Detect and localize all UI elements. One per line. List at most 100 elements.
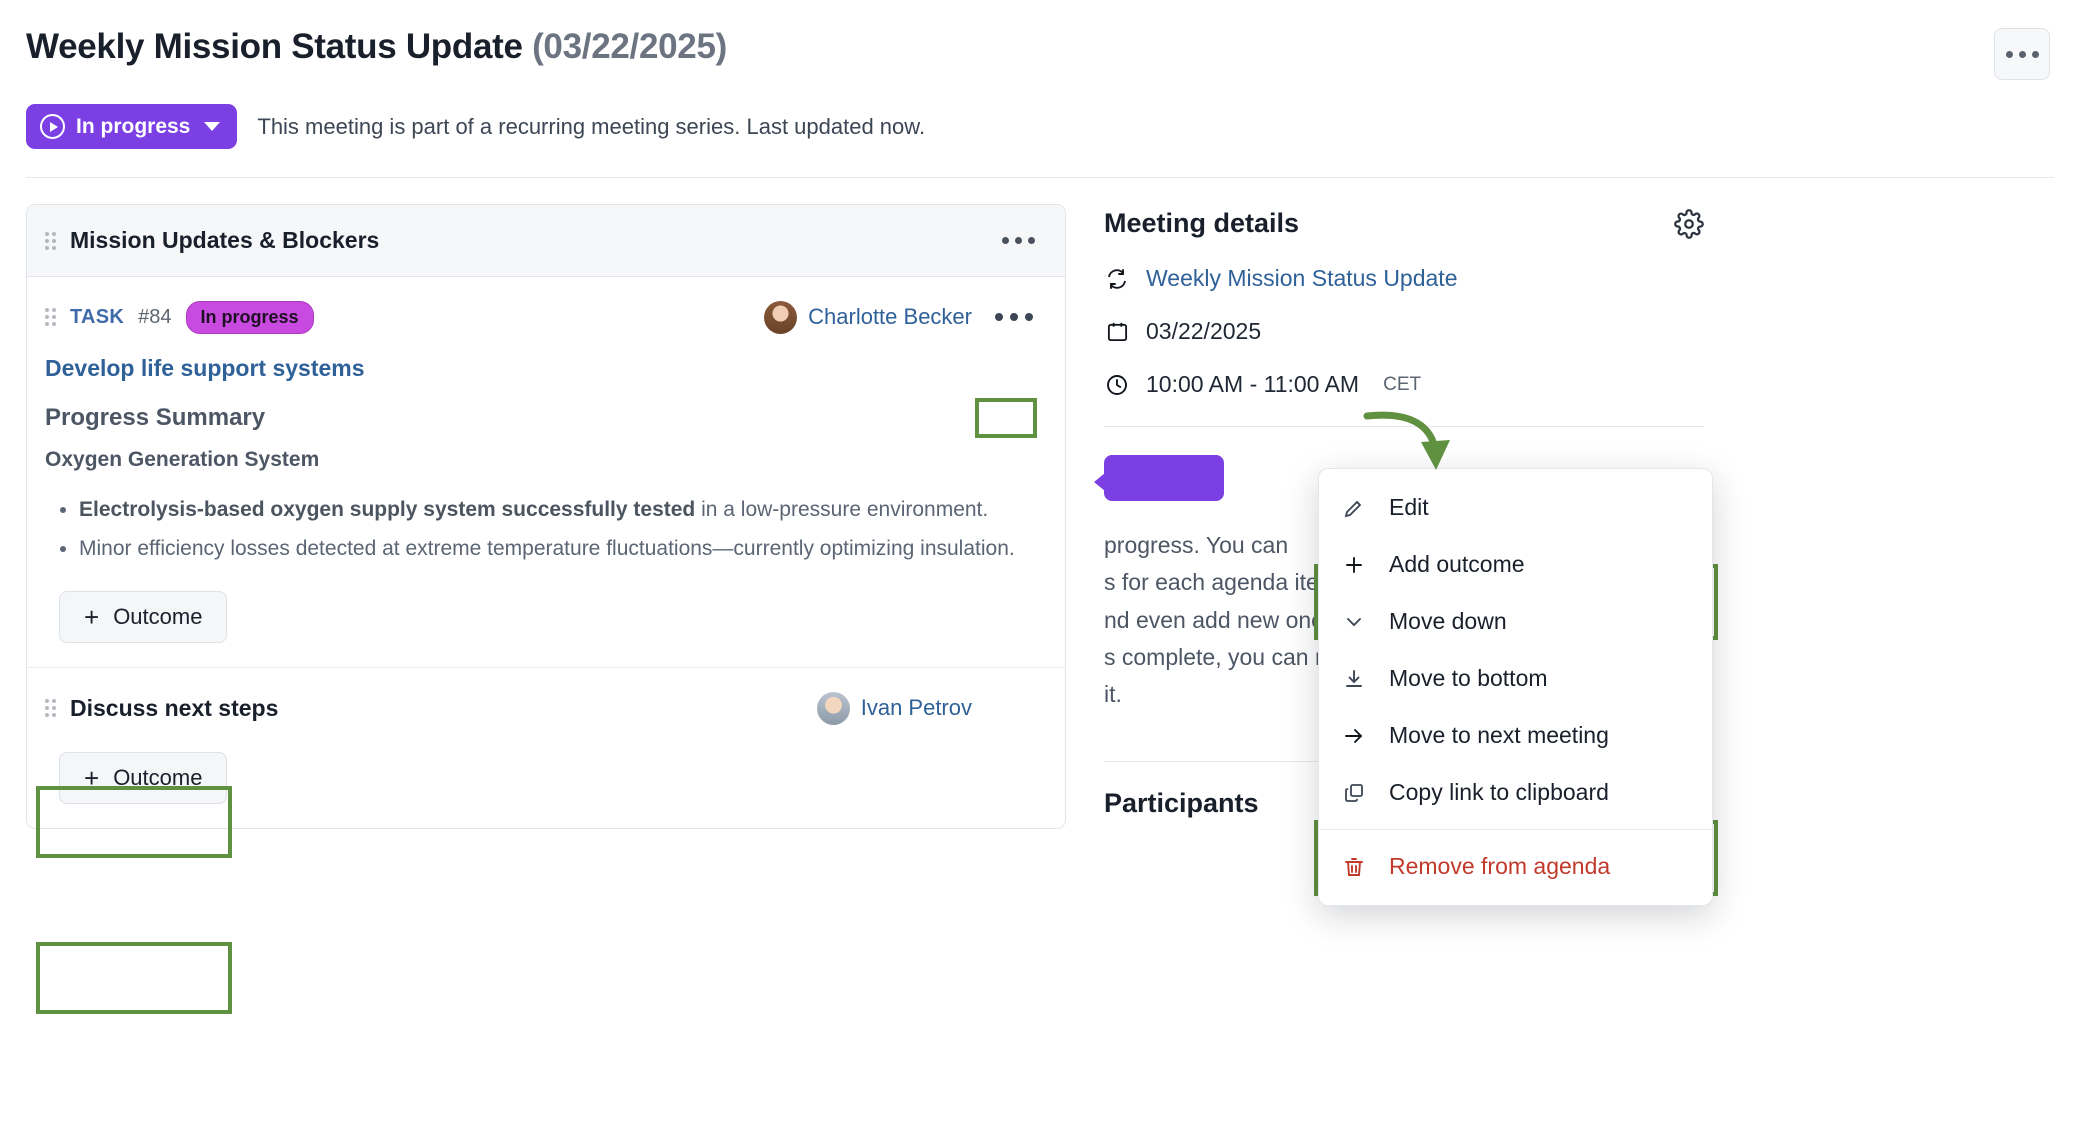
app-root: Weekly Mission Status Update (03/22/2025…	[0, 0, 2080, 1122]
bullet-bold-text: Electrolysis-based oxygen supply system …	[79, 498, 695, 521]
arrow-right-icon	[1341, 723, 1367, 749]
menu-item-label: Add outcome	[1389, 551, 1525, 578]
assignee-name[interactable]: Ivan Petrov	[861, 695, 972, 721]
menu-item-label: Remove from agenda	[1389, 853, 1610, 880]
page-title-date: (03/22/2025)	[532, 27, 727, 66]
list-item: Electrolysis-based oxygen supply system …	[79, 494, 1045, 527]
meeting-time: 10:00 AM - 11:00 AM	[1146, 371, 1359, 398]
add-outcome-button[interactable]: + Outcome	[59, 752, 227, 804]
avatar	[764, 301, 797, 334]
ellipsis-icon	[1025, 313, 1033, 321]
menu-item-copy-link[interactable]: Copy link to clipboard	[1319, 764, 1712, 821]
meeting-details-title: Meeting details	[1104, 208, 1299, 239]
body: Mission Updates & Blockers TASK #	[0, 178, 2080, 829]
status-badge: In progress	[186, 301, 314, 334]
add-outcome-label: Outcome	[113, 604, 202, 630]
calendar-icon	[1104, 319, 1130, 345]
status-row: In progress This meeting is part of a re…	[26, 104, 2050, 149]
page-title-main: Weekly Mission Status Update	[26, 27, 523, 66]
progress-bullet-list: Electrolysis-based oxygen supply system …	[79, 494, 1045, 565]
agenda-item-meta: Discuss next steps	[45, 695, 278, 722]
meeting-time-row: 10:00 AM - 11:00 AM CET	[1104, 371, 1704, 398]
add-outcome-label: Outcome	[113, 765, 202, 791]
meeting-date-row: 03/22/2025	[1104, 318, 1704, 345]
meeting-details-header: Meeting details	[1104, 208, 1704, 239]
avatar	[817, 692, 850, 725]
ellipsis-icon	[1010, 313, 1018, 321]
meeting-series-row: Weekly Mission Status Update	[1104, 265, 1704, 292]
ellipsis-icon	[1010, 704, 1018, 712]
play-circle-icon	[40, 114, 65, 139]
agenda-item-discussion: Discuss next steps Ivan Petrov	[27, 668, 1065, 828]
ellipsis-icon	[2019, 51, 2026, 58]
menu-item-move-to-next-meeting[interactable]: Move to next meeting	[1319, 707, 1712, 764]
plus-icon: +	[84, 765, 99, 791]
callout-badge	[1104, 455, 1224, 501]
status-label: In progress	[76, 115, 190, 139]
page-overflow-button[interactable]	[1994, 28, 2050, 80]
menu-item-label: Move to bottom	[1389, 665, 1548, 692]
meeting-note: This meeting is part of a recurring meet…	[257, 114, 925, 140]
add-outcome-button[interactable]: + Outcome	[59, 591, 227, 643]
progress-summary-subheading: Oxygen Generation System	[45, 448, 1045, 472]
agenda-item-context-menu: Edit Add outcome Move down	[1318, 468, 1713, 906]
menu-item-move-down[interactable]: Move down	[1319, 593, 1712, 650]
meeting-status-dropdown[interactable]: In progress	[26, 104, 237, 149]
recurring-icon	[1104, 266, 1130, 292]
bullet-text: Minor efficiency losses detected at extr…	[79, 537, 1015, 560]
meeting-series-link[interactable]: Weekly Mission Status Update	[1146, 265, 1458, 292]
ellipsis-icon	[1002, 237, 1009, 244]
drag-handle-icon[interactable]	[45, 699, 56, 717]
copy-icon	[1341, 780, 1367, 806]
menu-item-move-to-bottom[interactable]: Move to bottom	[1319, 650, 1712, 707]
bullet-text: in a low-pressure environment.	[695, 498, 988, 521]
ellipsis-icon	[2006, 51, 2013, 58]
list-item: Minor efficiency losses detected at extr…	[79, 533, 1045, 566]
task-number: #84	[138, 306, 171, 329]
agenda-section-header: Mission Updates & Blockers	[27, 205, 1065, 277]
assignee-group: Ivan Petrov	[817, 690, 1045, 726]
agenda-section-menu-button[interactable]	[992, 233, 1045, 248]
highlight-outcome-2	[36, 942, 232, 1014]
meeting-date: 03/22/2025	[1146, 318, 1261, 345]
plus-icon	[1341, 552, 1367, 578]
agenda-item-menu-button[interactable]	[983, 299, 1045, 335]
menu-item-remove-from-agenda[interactable]: Remove from agenda	[1319, 838, 1712, 895]
page-header: Weekly Mission Status Update (03/22/2025…	[0, 0, 2080, 149]
agenda-section-title: Mission Updates & Blockers	[70, 227, 379, 254]
pencil-icon	[1341, 495, 1367, 521]
gear-icon[interactable]	[1674, 209, 1704, 239]
drag-handle-icon[interactable]	[45, 308, 56, 326]
progress-summary-heading: Progress Summary	[45, 404, 1045, 432]
ellipsis-icon	[995, 313, 1003, 321]
menu-item-label: Copy link to clipboard	[1389, 779, 1609, 806]
menu-item-label: Move to next meeting	[1389, 722, 1609, 749]
assignee-name[interactable]: Charlotte Becker	[808, 304, 972, 330]
download-arrow-icon	[1341, 666, 1367, 692]
menu-item-label: Edit	[1389, 494, 1429, 521]
agenda-card: Mission Updates & Blockers TASK #	[26, 204, 1066, 829]
agenda-section-header-left: Mission Updates & Blockers	[45, 227, 379, 254]
agenda-item-meta: TASK #84 In progress	[45, 301, 314, 334]
agenda-item-header: Discuss next steps Ivan Petrov	[45, 690, 1045, 726]
chevron-down-icon	[1341, 609, 1367, 635]
ellipsis-icon	[2032, 51, 2039, 58]
task-kind-label: TASK	[70, 306, 124, 329]
ellipsis-icon	[1015, 237, 1022, 244]
menu-item-label: Move down	[1389, 608, 1507, 635]
clock-icon	[1104, 372, 1130, 398]
meeting-timezone: CET	[1383, 374, 1421, 396]
agenda-item-task: TASK #84 In progress Charlotte Becker	[27, 277, 1065, 668]
trash-icon	[1341, 854, 1367, 880]
ellipsis-icon	[1028, 237, 1035, 244]
menu-divider	[1319, 829, 1712, 830]
drag-handle-icon[interactable]	[45, 232, 56, 250]
ellipsis-icon	[1025, 704, 1033, 712]
assignee-group: Charlotte Becker	[764, 299, 1045, 335]
caret-down-icon	[204, 122, 220, 131]
menu-item-edit[interactable]: Edit	[1319, 479, 1712, 536]
curved-arrow-icon	[1363, 398, 1493, 478]
page-title: Weekly Mission Status Update (03/22/2025…	[26, 26, 727, 68]
menu-item-add-outcome[interactable]: Add outcome	[1319, 536, 1712, 593]
task-title-link[interactable]: Develop life support systems	[45, 355, 1045, 382]
